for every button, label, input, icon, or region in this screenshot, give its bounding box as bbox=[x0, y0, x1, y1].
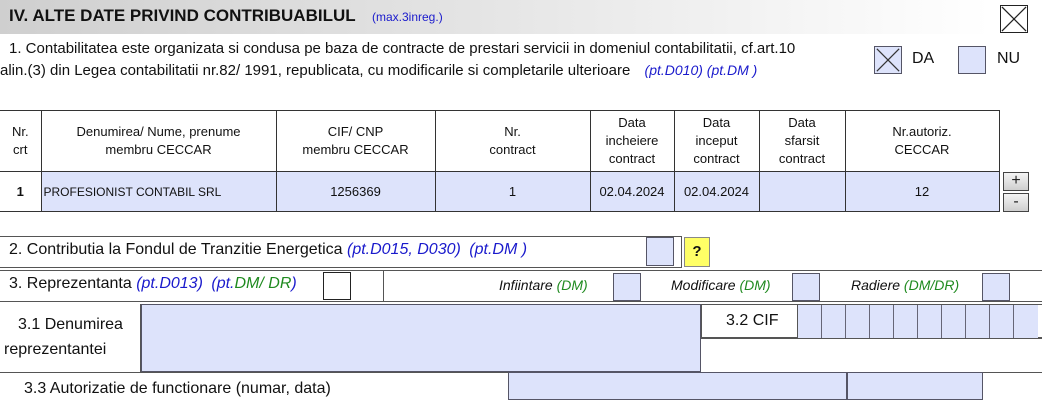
q3-checkbox[interactable] bbox=[323, 272, 351, 300]
radiere-label: Radiere bbox=[851, 277, 901, 293]
infiintare-label: Infiintare bbox=[499, 277, 553, 293]
q2-label: 2. Contributia la Fondul de Tranzitie En… bbox=[9, 241, 343, 258]
q2-checkbox[interactable] bbox=[646, 237, 674, 266]
table-row: 1 PROFESIONIST CONTABIL SRL 1256369 1 02… bbox=[0, 171, 1000, 212]
cell-nr-contract[interactable]: 1 bbox=[434, 171, 591, 212]
q1-nu-checkbox[interactable] bbox=[958, 46, 986, 74]
cif-digit-cell[interactable] bbox=[798, 305, 822, 339]
autorizatie-data-input[interactable] bbox=[847, 372, 983, 400]
col-header-nr-autoriz: Nr.autoriz. CECCAR bbox=[844, 110, 1000, 172]
q1-text-line2: alin.(3) din Legea contabilitatii nr.82/… bbox=[0, 62, 757, 79]
q3-text: 3. Reprezentanta (pt.D013) (pt.DM/ DR) bbox=[9, 275, 297, 293]
col-header-data-sfarsit: Data sfarsit contract bbox=[758, 110, 846, 172]
infiintare-tag: (DM) bbox=[556, 277, 588, 293]
section-subtitle: (max.3inreg.) bbox=[372, 10, 443, 24]
cif-digit-cell[interactable] bbox=[870, 305, 894, 339]
col-header-cif: CIF/ CNP membru CECCAR bbox=[275, 110, 436, 172]
cell-denumire[interactable]: PROFESIONIST CONTABIL SRL bbox=[40, 171, 277, 212]
close-section-checkbox[interactable] bbox=[1000, 5, 1028, 33]
cif-input[interactable] bbox=[798, 304, 1042, 339]
q3-ref1: (pt.D013) bbox=[136, 275, 203, 292]
cell-data-incheiere[interactable]: 02.04.2024 bbox=[589, 171, 675, 212]
cif-digit-cell[interactable] bbox=[822, 305, 846, 339]
q2-ref1: (pt.D015, D030) bbox=[346, 241, 461, 258]
radiere-checkbox[interactable] bbox=[982, 273, 1010, 301]
x-mark-icon bbox=[876, 48, 900, 72]
q2-ref2: (pt.DM ) bbox=[469, 241, 528, 258]
autorizatie-numar-input[interactable] bbox=[508, 372, 847, 400]
x-mark-icon bbox=[1001, 6, 1027, 32]
cif-digit-cell[interactable] bbox=[846, 305, 870, 339]
remove-row-button[interactable]: - bbox=[1003, 193, 1029, 212]
q1-da-label: DA bbox=[912, 50, 935, 67]
cif-digit-cell[interactable] bbox=[894, 305, 918, 339]
col-header-data-incheiere: Data incheiere contract bbox=[589, 110, 675, 172]
cif-digit-cell[interactable] bbox=[942, 305, 966, 339]
table-header-row: Nr. crt Denumirea/ Nume, prenume membru CE… bbox=[0, 110, 1000, 172]
modificare-text: Modificare (DM) bbox=[671, 277, 771, 293]
q1-text-line2-label: alin.(3) din Legea contabilitatii nr.82/… bbox=[0, 62, 631, 79]
contracts-table: Nr. crt Denumirea/ Nume, prenume membru CE… bbox=[0, 110, 1000, 212]
infiintare-checkbox[interactable] bbox=[613, 273, 641, 301]
q1-da-checkbox[interactable] bbox=[874, 46, 902, 74]
q31-label-line1: 3.1 Denumirea bbox=[18, 316, 123, 333]
cif-digit-cell[interactable] bbox=[990, 305, 1014, 339]
q1-ref: (pt.D010) (pt.DM ) bbox=[644, 62, 758, 78]
cell-nr-autoriz[interactable]: 12 bbox=[844, 171, 1000, 212]
add-row-button[interactable]: + bbox=[1003, 172, 1029, 191]
radiere-tag: (DM/DR) bbox=[903, 277, 960, 293]
col-header-nr: Nr. crt bbox=[0, 110, 42, 172]
reprezentanta-name-input[interactable] bbox=[141, 304, 701, 372]
q31-label-line2: reprezentantei bbox=[4, 341, 107, 358]
cif-digit-cell[interactable] bbox=[966, 305, 990, 339]
modificare-checkbox[interactable] bbox=[792, 273, 820, 301]
cif-empty-area bbox=[701, 338, 1042, 372]
section-title: IV. ALTE DATE PRIVIND CONTRIBUABILUL bbox=[9, 6, 356, 25]
q31-label-cell bbox=[0, 304, 141, 372]
cif-digit-cell[interactable] bbox=[1014, 305, 1038, 339]
col-header-nr-contract: Nr. contract bbox=[434, 110, 591, 172]
cif-label: 3.2 CIF bbox=[726, 312, 779, 329]
col-header-data-inceput: Data inceput contract bbox=[673, 110, 760, 172]
radiere-text: Radiere (DM/DR) bbox=[851, 277, 959, 293]
infiintare-text: Infiintare (DM) bbox=[499, 277, 588, 293]
q33-label: 3.3 Autorizatie de functionare (numar, d… bbox=[24, 380, 331, 397]
q1-text-line1: 1. Contabilitatea este organizata si con… bbox=[9, 40, 796, 57]
help-button[interactable]: ? bbox=[684, 237, 710, 267]
cell-cif[interactable]: 1256369 bbox=[275, 171, 436, 212]
cell-data-inceput[interactable]: 02.04.2024 bbox=[673, 171, 760, 212]
cif-digit-cell[interactable] bbox=[918, 305, 942, 339]
cell-data-sfarsit[interactable] bbox=[758, 171, 846, 212]
modificare-label: Modificare bbox=[671, 277, 736, 293]
cell-nr-crt: 1 bbox=[0, 171, 42, 212]
q1-nu-label: NU bbox=[997, 50, 1021, 67]
modificare-tag: (DM) bbox=[739, 277, 771, 293]
q2-text: 2. Contributia la Fondul de Tranzitie En… bbox=[9, 241, 527, 259]
col-header-denumire: Denumirea/ Nume, prenume membru CECCAR bbox=[40, 110, 277, 172]
q3-ref2: (pt.DM/ DR) bbox=[211, 275, 297, 292]
q3-label: 3. Reprezentanta bbox=[9, 275, 132, 292]
